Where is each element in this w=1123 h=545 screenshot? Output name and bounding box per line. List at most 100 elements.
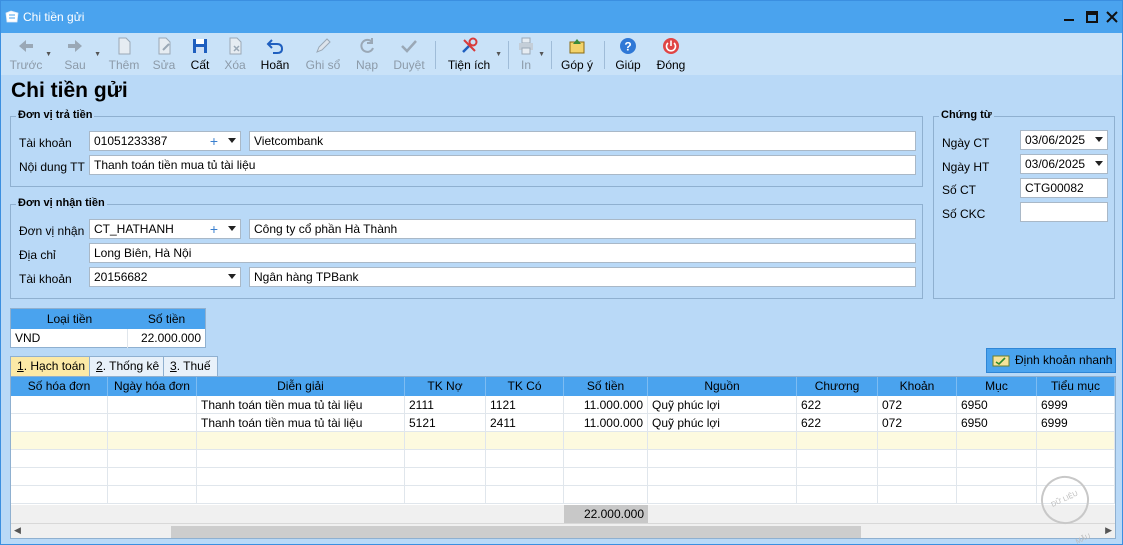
- grid-empty-cell[interactable]: [648, 450, 797, 468]
- voucher-date-picker[interactable]: 03/06/2025: [1020, 130, 1108, 150]
- grid-cell[interactable]: [11, 396, 108, 414]
- reload-button[interactable]: Nạp: [352, 35, 382, 73]
- grid-empty-cell[interactable]: [878, 486, 957, 504]
- grid-cell[interactable]: 2111: [405, 396, 486, 414]
- grid-empty-cell[interactable]: [486, 468, 564, 486]
- grid-empty-cell[interactable]: [197, 486, 405, 504]
- dropdown-arrow-icon[interactable]: [228, 226, 236, 231]
- voucher-number-field[interactable]: CTG00082: [1020, 178, 1108, 198]
- grid-empty-cell[interactable]: [197, 432, 405, 450]
- grid-empty-cell[interactable]: [11, 450, 108, 468]
- payee-address-field[interactable]: Long Biên, Hà Nội: [89, 243, 916, 263]
- delete-button[interactable]: Xóa: [220, 35, 250, 73]
- grid-column-header[interactable]: Nguồn: [648, 377, 797, 396]
- add-button[interactable]: Thêm: [106, 35, 142, 73]
- grid-empty-cell[interactable]: [486, 450, 564, 468]
- grid-empty-cell[interactable]: [648, 486, 797, 504]
- grid-empty-cell[interactable]: [1037, 450, 1115, 468]
- grid-column-header[interactable]: Mục: [957, 377, 1037, 396]
- tab-statistics[interactable]: 2. Thống kê: [89, 356, 167, 376]
- approve-button[interactable]: Duyệt: [391, 35, 427, 73]
- payee-account-combo[interactable]: 20156682: [89, 267, 241, 287]
- scroll-right-icon[interactable]: ▶: [1105, 525, 1112, 536]
- grid-empty-cell[interactable]: [197, 450, 405, 468]
- grid-cell[interactable]: 1121: [486, 396, 564, 414]
- grid-cell[interactable]: [11, 414, 108, 432]
- payee-unit-name-field[interactable]: Công ty cổ phần Hà Thành: [249, 219, 916, 239]
- grid-empty-cell[interactable]: [648, 468, 797, 486]
- grid-empty-cell[interactable]: [11, 432, 108, 450]
- grid-empty-cell[interactable]: [486, 432, 564, 450]
- grid-empty-cell[interactable]: [108, 450, 197, 468]
- grid-empty-cell[interactable]: [108, 468, 197, 486]
- plus-icon[interactable]: +: [210, 221, 218, 237]
- grid-empty-cell[interactable]: [797, 486, 878, 504]
- grid-empty-cell[interactable]: [878, 468, 957, 486]
- close-form-button[interactable]: Đóng: [654, 35, 688, 73]
- grid-empty-cell[interactable]: [957, 450, 1037, 468]
- grid-empty-cell[interactable]: [405, 450, 486, 468]
- grid-column-header[interactable]: Chương: [797, 377, 878, 396]
- grid-cell[interactable]: [108, 396, 197, 414]
- grid-cell[interactable]: [108, 414, 197, 432]
- horizontal-scrollbar[interactable]: ◀ ▶: [11, 523, 1115, 538]
- minimize-icon[interactable]: [1059, 7, 1079, 27]
- print-button[interactable]: In ▼: [514, 35, 545, 73]
- grid-empty-cell[interactable]: [108, 486, 197, 504]
- grid-empty-cell[interactable]: [405, 468, 486, 486]
- plus-icon[interactable]: +: [210, 133, 218, 149]
- payee-unit-combo[interactable]: CT_HATHANH +: [89, 219, 241, 239]
- grid-empty-cell[interactable]: [11, 468, 108, 486]
- grid-empty-cell[interactable]: [564, 486, 648, 504]
- grid-cell[interactable]: 072: [878, 396, 957, 414]
- grid-empty-cell[interactable]: [1037, 432, 1115, 450]
- grid-cell[interactable]: 6950: [957, 396, 1037, 414]
- grid-cell[interactable]: 6950: [957, 414, 1037, 432]
- grid-column-header[interactable]: Tiểu mục: [1037, 377, 1115, 396]
- next-button[interactable]: Sau ▼: [56, 35, 101, 73]
- grid-empty-cell[interactable]: [11, 486, 108, 504]
- grid-empty-cell[interactable]: [957, 468, 1037, 486]
- grid-cell[interactable]: 622: [797, 396, 878, 414]
- posting-date-picker[interactable]: 03/06/2025: [1020, 154, 1108, 174]
- post-button[interactable]: Ghi sổ: [303, 35, 343, 73]
- postpone-button[interactable]: Hoãn: [258, 35, 292, 73]
- grid-empty-cell[interactable]: [197, 468, 405, 486]
- payer-bank-field[interactable]: Vietcombank: [249, 131, 916, 151]
- grid-cell[interactable]: 5121: [405, 414, 486, 432]
- maximize-icon[interactable]: [1082, 7, 1102, 27]
- grid-empty-cell[interactable]: [878, 432, 957, 450]
- grid-empty-cell[interactable]: [486, 486, 564, 504]
- grid-cell[interactable]: 11.000.000: [564, 396, 648, 414]
- grid-cell[interactable]: 622: [797, 414, 878, 432]
- grid-column-header[interactable]: Ngày hóa đơn: [108, 377, 197, 396]
- grid-column-header[interactable]: Diễn giải: [197, 377, 405, 396]
- dropdown-arrow-icon[interactable]: [1095, 137, 1103, 142]
- grid-cell[interactable]: Thanh toán tiền mua tủ tài liệu: [197, 414, 405, 432]
- prev-button[interactable]: Trước ▼: [7, 35, 52, 73]
- grid-empty-cell[interactable]: [957, 486, 1037, 504]
- scrollbar-thumb[interactable]: [171, 526, 861, 538]
- feedback-button[interactable]: Góp ý: [559, 35, 595, 73]
- grid-cell[interactable]: 6999: [1037, 396, 1115, 414]
- utilities-button[interactable]: Tiện ích ▼: [446, 35, 502, 73]
- tab-accounting[interactable]: 1. Hạch toán: [10, 356, 93, 376]
- tab-tax[interactable]: 3. Thuế: [163, 356, 218, 376]
- grid-empty-cell[interactable]: [405, 432, 486, 450]
- help-button[interactable]: ? Giúp: [613, 35, 643, 73]
- grid-cell[interactable]: 11.000.000: [564, 414, 648, 432]
- scroll-left-icon[interactable]: ◀: [14, 525, 21, 536]
- quick-entry-button[interactable]: Định khoản nhanh: [986, 348, 1116, 373]
- grid-cell[interactable]: Quỹ phúc lợi: [648, 396, 797, 414]
- dropdown-arrow-icon[interactable]: [1095, 161, 1103, 166]
- currency-type-cell[interactable]: VND: [11, 329, 128, 348]
- edit-button[interactable]: Sửa: [149, 35, 179, 73]
- save-button[interactable]: Cất: [186, 35, 214, 73]
- grid-cell[interactable]: 072: [878, 414, 957, 432]
- ckc-number-field[interactable]: [1020, 202, 1108, 222]
- grid-cell[interactable]: Quỹ phúc lợi: [648, 414, 797, 432]
- payer-account-combo[interactable]: 01051233387 +: [89, 131, 241, 151]
- close-icon[interactable]: [1102, 7, 1122, 27]
- grid-column-header[interactable]: Số hóa đơn: [11, 377, 108, 396]
- grid-empty-cell[interactable]: [957, 432, 1037, 450]
